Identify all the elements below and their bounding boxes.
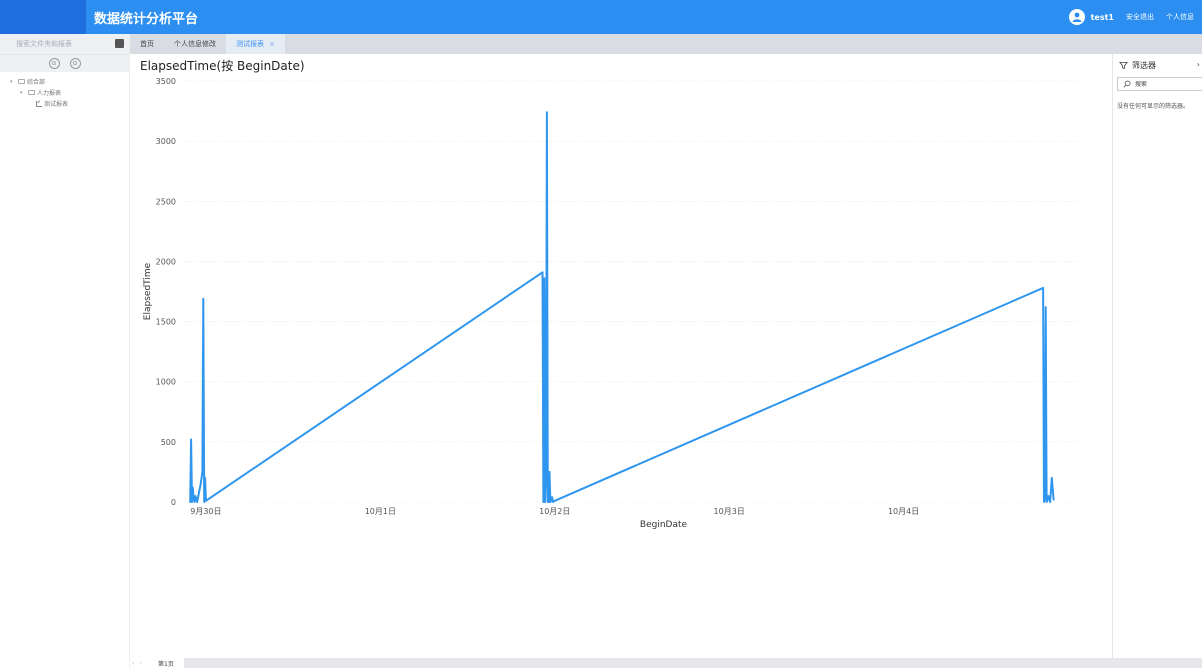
y-tick-label: 500 xyxy=(161,438,176,447)
grid-view-icon[interactable] xyxy=(115,39,124,48)
tree-node-label: 人力报表 xyxy=(37,90,62,97)
collapse-all-button[interactable]: ⊙ xyxy=(69,58,81,69)
y-axis-label: ElapsedTime xyxy=(143,262,153,320)
filter-header: 筛选器 xyxy=(1113,54,1202,77)
tree-node-renli[interactable]: ▾ 人力报表 xyxy=(0,87,129,98)
tab-label: 个人信息修改 xyxy=(174,40,216,48)
filter-empty-message: 没有任何可显示的筛选器。 xyxy=(1117,103,1190,110)
tab-test-report[interactable]: 测试报表 × xyxy=(226,34,285,54)
filter-title: 筛选器 xyxy=(1132,61,1156,70)
tab-profile-edit[interactable]: 个人信息修改 xyxy=(164,34,226,54)
tab-label: 测试报表 xyxy=(236,40,264,48)
y-tick-label: 0 xyxy=(171,498,176,507)
chevron-right-icon[interactable]: › xyxy=(1197,60,1200,69)
chart-report-icon xyxy=(36,100,42,107)
sidebar-search xyxy=(0,34,129,54)
y-tick-label: 1500 xyxy=(156,318,176,327)
chevron-down-icon[interactable]: ▾ xyxy=(20,90,26,96)
page-tab-1[interactable]: 第1页 xyxy=(148,658,184,668)
x-tick-label: 10月3日 xyxy=(714,507,745,516)
y-tick-label: 2500 xyxy=(156,197,176,206)
x-tick-label: 10月2日 xyxy=(539,507,570,516)
filter-search-input[interactable] xyxy=(1135,80,1195,88)
search-icon xyxy=(1123,80,1131,88)
logout-link[interactable]: 安全退出 xyxy=(1126,12,1154,22)
chevron-down-icon[interactable]: ▾ xyxy=(10,79,16,85)
top-header: 数据统计分析平台 test1 安全退出 个人信息 xyxy=(0,0,1202,34)
app-title: 数据统计分析平台 xyxy=(94,12,199,27)
filter-search xyxy=(1117,77,1202,91)
tree-node-test-report[interactable]: 测试报表 xyxy=(0,98,129,109)
folder-icon xyxy=(28,90,35,95)
filter-panel: 筛选器 › 没有任何可显示的筛选器。 xyxy=(1112,54,1202,658)
x-tick-label: 10月4日 xyxy=(888,507,919,516)
chart-title: ElapsedTime(按 BeginDate) xyxy=(140,59,305,73)
tab-label: 首页 xyxy=(140,40,154,48)
user-icon xyxy=(1072,12,1082,22)
tree-node-zonghebu[interactable]: ▾ 综合部 xyxy=(0,76,129,87)
page-nav: ‹ › xyxy=(130,660,148,667)
page-next-button[interactable]: › xyxy=(139,660,141,667)
line-chart[interactable]: ElapsedTime(按 BeginDate) 0 500 1000 1500 2000… xyxy=(130,54,1112,654)
app-root: 数据统计分析平台 test1 安全退出 个人信息 ⊙ ⊙ ▾ 综合部 xyxy=(0,0,1202,668)
tab-home[interactable]: 首页 xyxy=(130,34,164,54)
logo-block xyxy=(0,0,86,34)
tree-node-label: 综合部 xyxy=(27,79,46,86)
y-tick-label: 2000 xyxy=(156,257,176,266)
y-tick-label: 3500 xyxy=(156,77,176,86)
profile-link[interactable]: 个人信息 xyxy=(1166,12,1194,22)
y-tick-label: 1000 xyxy=(156,378,176,387)
sidebar-tool-buttons: ⊙ ⊙ xyxy=(0,54,129,72)
page-prev-button[interactable]: ‹ xyxy=(132,660,134,667)
expand-all-button[interactable]: ⊙ xyxy=(48,58,60,69)
tree-node-label: 测试报表 xyxy=(44,101,69,108)
avatar[interactable] xyxy=(1068,9,1085,25)
user-area: test1 安全退出 个人信息 xyxy=(1068,0,1194,34)
x-tick-label: 10月1日 xyxy=(365,507,396,516)
chart-area: ElapsedTime(按 BeginDate) 0 500 1000 1500 2000… xyxy=(130,54,1112,654)
page-bar: ‹ › 第1页 xyxy=(130,658,1202,668)
x-tick-label: 9月30日 xyxy=(190,507,221,516)
folder-icon xyxy=(18,79,25,84)
tab-close-icon[interactable]: × xyxy=(269,40,275,48)
series-line[interactable] xyxy=(189,111,1055,503)
page-track xyxy=(183,658,1202,668)
left-sidebar: ⊙ ⊙ ▾ 综合部 ▾ 人力报表 测试报表 xyxy=(0,34,130,668)
filter-icon xyxy=(1119,61,1128,70)
folder-tree: ▾ 综合部 ▾ 人力报表 测试报表 xyxy=(0,72,129,109)
y-tick-label: 3000 xyxy=(156,137,176,146)
tabs-bar: 首页 个人信息修改 测试报表 × xyxy=(130,34,1202,54)
x-axis-label: BeginDate xyxy=(640,520,688,530)
user-name[interactable]: test1 xyxy=(1091,13,1114,22)
sidebar-search-input[interactable] xyxy=(0,40,100,48)
